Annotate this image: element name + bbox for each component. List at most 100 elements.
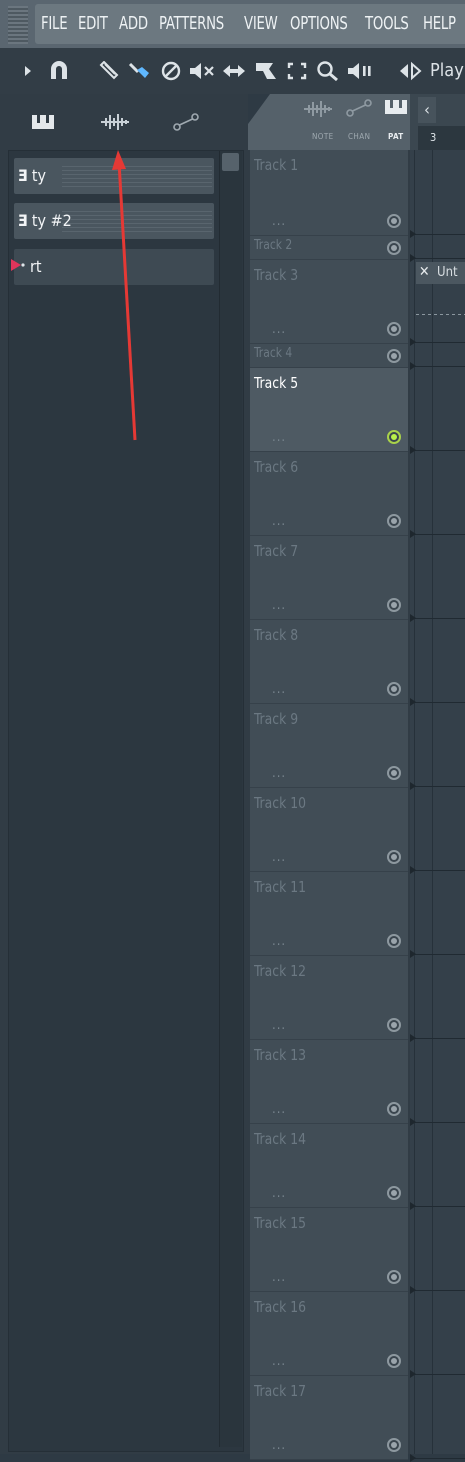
browser-item-label: Ety #2 — [18, 211, 72, 230]
track-header[interactable]: Track 3... — [250, 260, 408, 344]
track-header[interactable]: Track 4 — [250, 344, 408, 368]
menu-view[interactable]: VIEW — [244, 13, 278, 34]
audio-wave-icon[interactable] — [99, 112, 131, 136]
track-enable-led[interactable] — [387, 1102, 401, 1116]
browser-item-pattern-2[interactable]: Ety #2 — [14, 203, 214, 239]
track-header[interactable]: Track 10... — [250, 788, 408, 872]
time-ruler[interactable]: 3 — [418, 126, 465, 150]
grid-row-line — [410, 1458, 465, 1459]
menu-edit[interactable]: EDIT — [78, 13, 108, 34]
grid-row-marker — [410, 866, 416, 874]
grid-row-marker — [410, 614, 416, 622]
browser-item-pattern-1[interactable]: Ety — [14, 158, 214, 194]
playlist-grid[interactable] — [410, 150, 465, 1462]
piano-icon[interactable] — [30, 112, 56, 136]
slip-icon[interactable] — [221, 61, 247, 81]
grid-row-line — [410, 1374, 465, 1375]
delete-icon[interactable] — [160, 61, 182, 81]
track-enable-led[interactable] — [387, 241, 401, 255]
play-arrow-icon[interactable] — [22, 61, 34, 81]
track-header[interactable]: Track 1... — [250, 150, 408, 236]
paint-brush-icon[interactable] — [126, 61, 152, 81]
grid-row-line — [410, 954, 465, 955]
menu-file[interactable]: FILE — [41, 13, 68, 34]
automation-icon[interactable] — [345, 98, 373, 122]
track-enable-led[interactable] — [387, 1018, 401, 1032]
playback-mode-icon[interactable] — [398, 61, 424, 81]
close-icon[interactable]: ✕ — [419, 264, 430, 280]
grid-row-line — [410, 366, 465, 367]
track-header[interactable]: Track 13... — [250, 1040, 408, 1124]
grid-row-line — [410, 234, 465, 235]
automation-icon[interactable] — [172, 112, 200, 136]
track-enable-led[interactable] — [387, 1186, 401, 1200]
mute-icon[interactable] — [188, 61, 216, 81]
browser-item-label: Ety — [18, 166, 46, 185]
grid-row-marker — [410, 338, 416, 346]
track-header[interactable]: Track 6... — [250, 452, 408, 536]
magnet-icon[interactable] — [47, 61, 71, 81]
playback-icon[interactable] — [346, 61, 374, 81]
track-name: Track 7 — [254, 542, 299, 560]
browser-item-rt[interactable]: rt — [11, 249, 214, 285]
track-enable-led[interactable] — [387, 514, 401, 528]
menu-panel: FILE EDIT ADD PATTERNS VIEW OPTIONS TOOLS HELP — [35, 4, 465, 44]
zoom-icon[interactable] — [316, 61, 340, 82]
track-enable-led[interactable] — [387, 322, 401, 336]
track-name: Track 13 — [254, 1046, 307, 1064]
track-dots: ... — [272, 214, 287, 229]
track-header[interactable]: Track 8... — [250, 620, 408, 704]
note-label[interactable]: NOTE — [312, 132, 334, 141]
track-header[interactable]: Track 12... — [250, 956, 408, 1040]
track-header[interactable]: Track 15... — [250, 1208, 408, 1292]
track-header[interactable]: Track 7... — [250, 536, 408, 620]
menu-help[interactable]: HELP — [423, 13, 456, 34]
audio-wave-icon[interactable] — [302, 100, 334, 122]
track-enable-led[interactable] — [387, 349, 401, 363]
track-enable-led[interactable] — [387, 598, 401, 612]
scroll-left-button[interactable]: ‹ — [418, 97, 436, 123]
pattern-icon: E — [18, 166, 28, 185]
grid-row-line — [410, 1206, 465, 1207]
track-dots: ... — [272, 1270, 287, 1285]
track-enable-led[interactable] — [387, 766, 401, 780]
piano-icon[interactable] — [384, 98, 408, 120]
track-header[interactable]: Track 5... — [250, 368, 408, 452]
track-header[interactable]: Track 16... — [250, 1292, 408, 1376]
track-header[interactable]: Track 17... — [250, 1376, 408, 1460]
track-header[interactable]: Track 2 — [250, 236, 408, 260]
track-enable-led[interactable] — [387, 934, 401, 948]
browser-scrollbar[interactable] — [219, 151, 242, 1447]
track-header[interactable]: Track 14... — [250, 1124, 408, 1208]
grid-row-marker — [410, 230, 416, 238]
track-name: Track 11 — [254, 878, 307, 896]
track-enable-led[interactable] — [387, 430, 401, 444]
menu-bar: FILE EDIT ADD PATTERNS VIEW OPTIONS TOOLS HELP — [0, 0, 465, 49]
select-icon[interactable] — [286, 61, 308, 81]
pencil-icon[interactable] — [97, 60, 121, 81]
grid-row-line — [410, 786, 465, 787]
pattern-clip[interactable]: ✕ Unt — [416, 262, 465, 284]
pat-label[interactable]: PAT — [388, 132, 404, 141]
track-enable-led[interactable] — [387, 214, 401, 228]
menu-grip-handle[interactable] — [8, 6, 28, 44]
slice-icon[interactable] — [253, 61, 279, 81]
menu-add[interactable]: ADD — [119, 13, 148, 34]
menu-patterns[interactable]: PATTERNS — [159, 13, 224, 34]
chan-label[interactable]: CHAN — [348, 132, 370, 141]
scrollbar-thumb[interactable] — [222, 153, 239, 171]
menu-options[interactable]: OPTIONS — [290, 13, 348, 34]
playback-label[interactable]: Play — [430, 60, 464, 81]
grid-row-marker — [410, 1034, 416, 1042]
track-enable-led[interactable] — [387, 1438, 401, 1452]
track-dots: ... — [272, 766, 287, 781]
menu-tools[interactable]: TOOLS — [365, 13, 409, 34]
track-header[interactable]: Track 9... — [250, 704, 408, 788]
track-enable-led[interactable] — [387, 1354, 401, 1368]
track-enable-led[interactable] — [387, 1270, 401, 1284]
track-enable-led[interactable] — [387, 850, 401, 864]
grid-row-line — [410, 1290, 465, 1291]
track-enable-led[interactable] — [387, 682, 401, 696]
track-header[interactable]: Track 11... — [250, 872, 408, 956]
track-name: Track 9 — [254, 710, 299, 728]
